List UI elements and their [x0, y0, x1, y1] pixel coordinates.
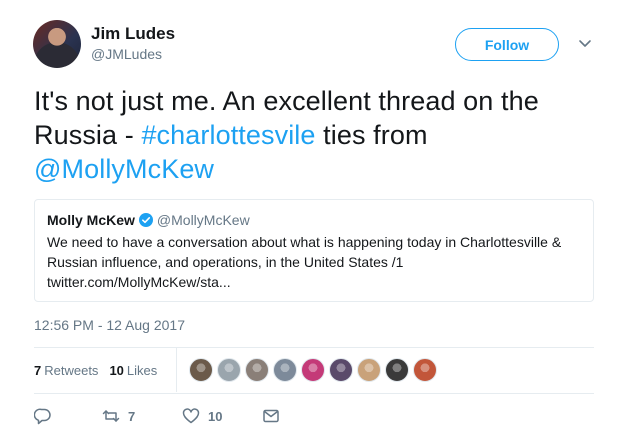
quote-link: twitter.com/MollyMcKew/sta... [47, 274, 231, 290]
retweet-action[interactable]: 7 [102, 407, 182, 425]
liker-avatar[interactable] [217, 358, 241, 382]
divider-top [34, 347, 594, 348]
engagement-stats: 7 Retweets 10 Likes [34, 356, 168, 384]
quoted-tweet[interactable]: Molly McKew @MollyMcKew We need to have … [34, 199, 594, 302]
tweet-text-part2: ties from [315, 120, 428, 150]
retweets-count: 7 [34, 362, 42, 378]
liker-avatar[interactable] [385, 358, 409, 382]
mention-link[interactable]: @MollyMcKew [34, 154, 214, 184]
retweets-stat[interactable]: 7 Retweets [34, 363, 98, 378]
retweets-label: Retweets [44, 362, 99, 378]
direct-message-action[interactable] [262, 407, 280, 425]
liker-avatar[interactable] [245, 358, 269, 382]
liker-avatar[interactable] [357, 358, 381, 382]
like-action[interactable]: 10 [182, 407, 262, 425]
reply-action[interactable] [34, 407, 102, 425]
retweet-icon [102, 410, 120, 422]
likes-stat[interactable]: 10 Likes [109, 363, 157, 378]
follow-button[interactable]: Follow [455, 28, 559, 61]
liker-avatar[interactable] [189, 358, 213, 382]
likes-count: 10 [109, 362, 124, 378]
envelope-icon [263, 409, 279, 423]
reply-icon [34, 408, 51, 425]
action-bar: 7 10 [34, 406, 280, 426]
author-name[interactable]: Jim Ludes [91, 24, 175, 44]
liker-avatar[interactable] [273, 358, 297, 382]
liker-avatar[interactable] [329, 358, 353, 382]
quote-body-text: We need to have a conversation about wha… [47, 234, 562, 270]
heart-icon [182, 408, 200, 424]
retweet-count: 7 [128, 408, 136, 424]
verified-badge-icon [138, 213, 153, 227]
author-handle[interactable]: @JMLudes [91, 46, 162, 62]
hashtag-link[interactable]: #charlottesvile [141, 120, 315, 150]
chevron-down-icon[interactable] [578, 38, 592, 50]
liker-avatar[interactable] [413, 358, 437, 382]
tweet-timestamp[interactable]: 12:56 PM - 12 Aug 2017 [34, 317, 185, 333]
divider-bottom [34, 393, 594, 394]
quote-author-name: Molly McKew [47, 212, 135, 228]
likes-label: Likes [126, 362, 158, 378]
author-avatar[interactable] [33, 20, 81, 68]
liker-avatars [189, 358, 441, 382]
quote-author-handle: @MollyMcKew [156, 212, 250, 228]
like-count: 10 [208, 408, 223, 424]
liker-avatar[interactable] [301, 358, 325, 382]
quote-body: We need to have a conversation about wha… [47, 232, 581, 292]
stats-separator [176, 348, 177, 392]
tweet-text: It's not just me. An excellent thread on… [34, 84, 594, 186]
quote-header: Molly McKew @MollyMcKew [47, 211, 581, 229]
